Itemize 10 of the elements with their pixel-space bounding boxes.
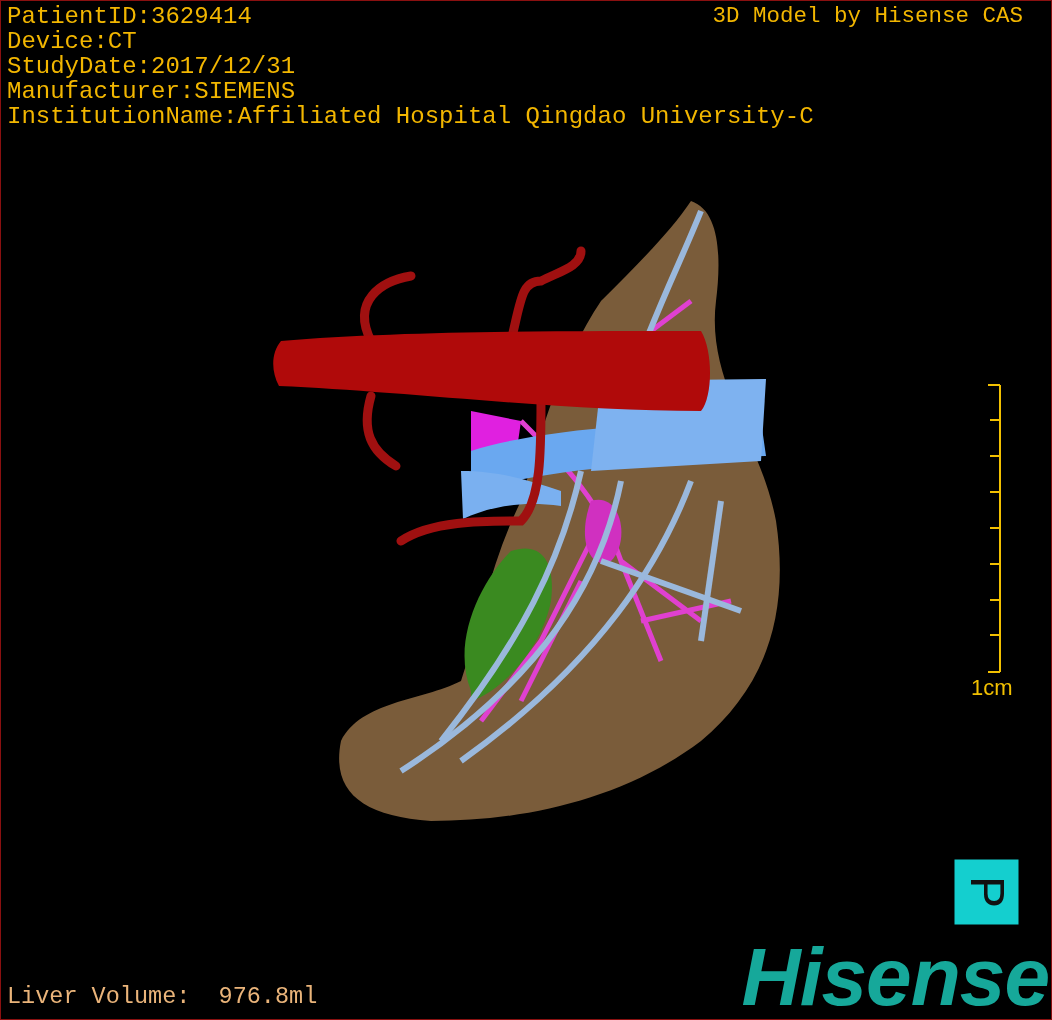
patient-info-line: StudyDate:2017/12/31 — [7, 54, 296, 79]
liver-volume: Liver Volume: 976.8ml — [7, 982, 318, 1012]
patient-info-line: Manufacturer:SIEMENS — [7, 79, 296, 104]
patient-info-line: Device:CT — [7, 29, 137, 54]
orientation-cube[interactable]: P — [954, 859, 1019, 925]
patient-info-line: PatientID:3629414 — [7, 4, 252, 29]
patient-info-line: InstitutionName:Affiliated Hospital Qingdao University-C — [7, 104, 814, 129]
viewer-title: 3D Model by Hisense CAS — [712, 4, 1023, 29]
scale-label: 1cm — [971, 674, 1013, 702]
logo: Hisense — [741, 936, 1049, 1018]
